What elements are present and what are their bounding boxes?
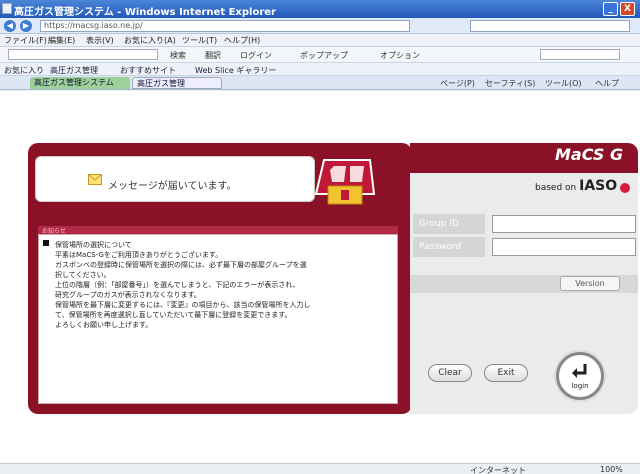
tab-other[interactable]: 高圧ガス管理: [132, 77, 222, 89]
command-page[interactable]: ページ(P): [440, 78, 475, 89]
login-label: login: [571, 382, 589, 390]
toolbar-login[interactable]: ログイン: [240, 50, 272, 61]
menu-file[interactable]: ファイル(F): [4, 35, 47, 46]
favorite-link[interactable]: Web Slice ギャラリー: [195, 65, 276, 76]
forward-button[interactable]: ▶: [20, 20, 32, 32]
version-button[interactable]: Version: [560, 276, 620, 291]
notice-line: て、保管場所を再度選択し直していただいて最下層に登録を変更できます。: [55, 311, 292, 319]
menu-edit[interactable]: 編集(E): [48, 35, 75, 46]
group-id-field[interactable]: [492, 215, 636, 233]
exit-button[interactable]: Exit: [484, 364, 528, 382]
toolbar-search-input[interactable]: [8, 49, 158, 60]
notice-line: 保管場所を最下層に変更するには、『変更』の項目から、該当の保管場所を入力し: [55, 301, 311, 309]
group-id-label: Group ID: [413, 214, 485, 234]
iaso-logo-icon: [620, 182, 631, 193]
window-title: 高圧ガス管理システム - Windows Internet Explorer: [14, 7, 276, 18]
command-help[interactable]: ヘルプ: [595, 78, 619, 89]
notice-line: 上位の階層（例：「部屋番号」）を選んでしまうと、下記のエラーが表示され、: [55, 281, 300, 289]
menu-tools[interactable]: ツール(T): [182, 35, 217, 46]
zoom-level[interactable]: 100%: [600, 465, 623, 474]
command-tools[interactable]: ツール(O): [545, 78, 582, 89]
notice-header: お知らせ: [38, 226, 398, 235]
toolbar-popup[interactable]: ポップアップ: [300, 50, 348, 61]
toolbar-input[interactable]: [540, 49, 620, 60]
notice-line: 平素はMaCS-Gをご利用頂きありがとうございます。: [55, 251, 223, 259]
url-input[interactable]: https://macsg.iaso.ne.jp/: [40, 20, 410, 32]
mailbox-icon: [314, 159, 376, 205]
password-label: Password: [413, 237, 485, 257]
minimize-button[interactable]: _: [603, 2, 618, 16]
toolbar-translate[interactable]: 翻訳: [205, 50, 221, 61]
message-text: メッセージが届いています。: [108, 181, 237, 192]
favorite-link[interactable]: おすすめサイト: [120, 65, 176, 76]
notice-line: 択してください。: [55, 271, 111, 279]
based-on-text: based on IASO: [535, 178, 631, 194]
notice-line: 研究グループのガスが表示されなくなります。: [55, 291, 201, 299]
notice-line: ガスボンベの登録時に保管場所を選択の際には、必ず最下層の部屋グループを選: [55, 261, 307, 269]
brand-logo: MaCS G: [555, 145, 624, 164]
toolbar-options[interactable]: オプション: [380, 50, 420, 61]
favorites-button[interactable]: お気に入り: [4, 65, 44, 76]
back-button[interactable]: ◀: [4, 20, 16, 32]
notice-bullet: [43, 240, 49, 246]
envelope-icon: [88, 174, 102, 185]
close-button[interactable]: X: [620, 2, 635, 16]
clear-button[interactable]: Clear: [428, 364, 472, 382]
menu-favorites[interactable]: お気に入り(A): [124, 35, 176, 46]
search-input[interactable]: [470, 20, 630, 32]
menu-view[interactable]: 表示(V): [86, 35, 114, 46]
iaso-logo: IASO: [579, 178, 618, 194]
window-title-bar: 高圧ガス管理システム - Windows Internet Explorer _…: [0, 0, 640, 18]
command-safety[interactable]: セーフティ(S): [485, 78, 535, 89]
tab-bar: 高圧ガス管理システム 高圧ガス管理 ページ(P) セーフティ(S) ツール(O)…: [0, 76, 640, 90]
address-bar: ◀ ▶ https://macsg.iaso.ne.jp/: [0, 18, 640, 34]
command-toolbar: 検索 翻訳 ログイン ポップアップ オプション: [0, 47, 640, 63]
notice-line: よろしくお願い申し上げます。: [55, 321, 153, 329]
toolbar-search[interactable]: 検索: [170, 50, 186, 61]
favorites-bar: お気に入り 高圧ガス管理 おすすめサイト Web Slice ギャラリー: [0, 63, 640, 76]
enter-arrow-icon: [572, 364, 587, 378]
ie-app-icon: [2, 3, 12, 14]
status-bar: インターネット 100%: [0, 463, 640, 474]
favorite-link[interactable]: 高圧ガス管理: [50, 65, 98, 76]
security-zone: インターネット: [470, 466, 526, 474]
menu-help[interactable]: ヘルプ(H): [224, 35, 260, 46]
password-field[interactable]: [492, 238, 636, 256]
tab-active[interactable]: 高圧ガス管理システム: [30, 77, 130, 89]
login-button[interactable]: login: [556, 352, 604, 400]
menu-bar: ファイル(F) 編集(E) 表示(V) お気に入り(A) ツール(T) ヘルプ(…: [0, 34, 640, 47]
notice-line: 保管場所の選択について: [55, 241, 132, 249]
